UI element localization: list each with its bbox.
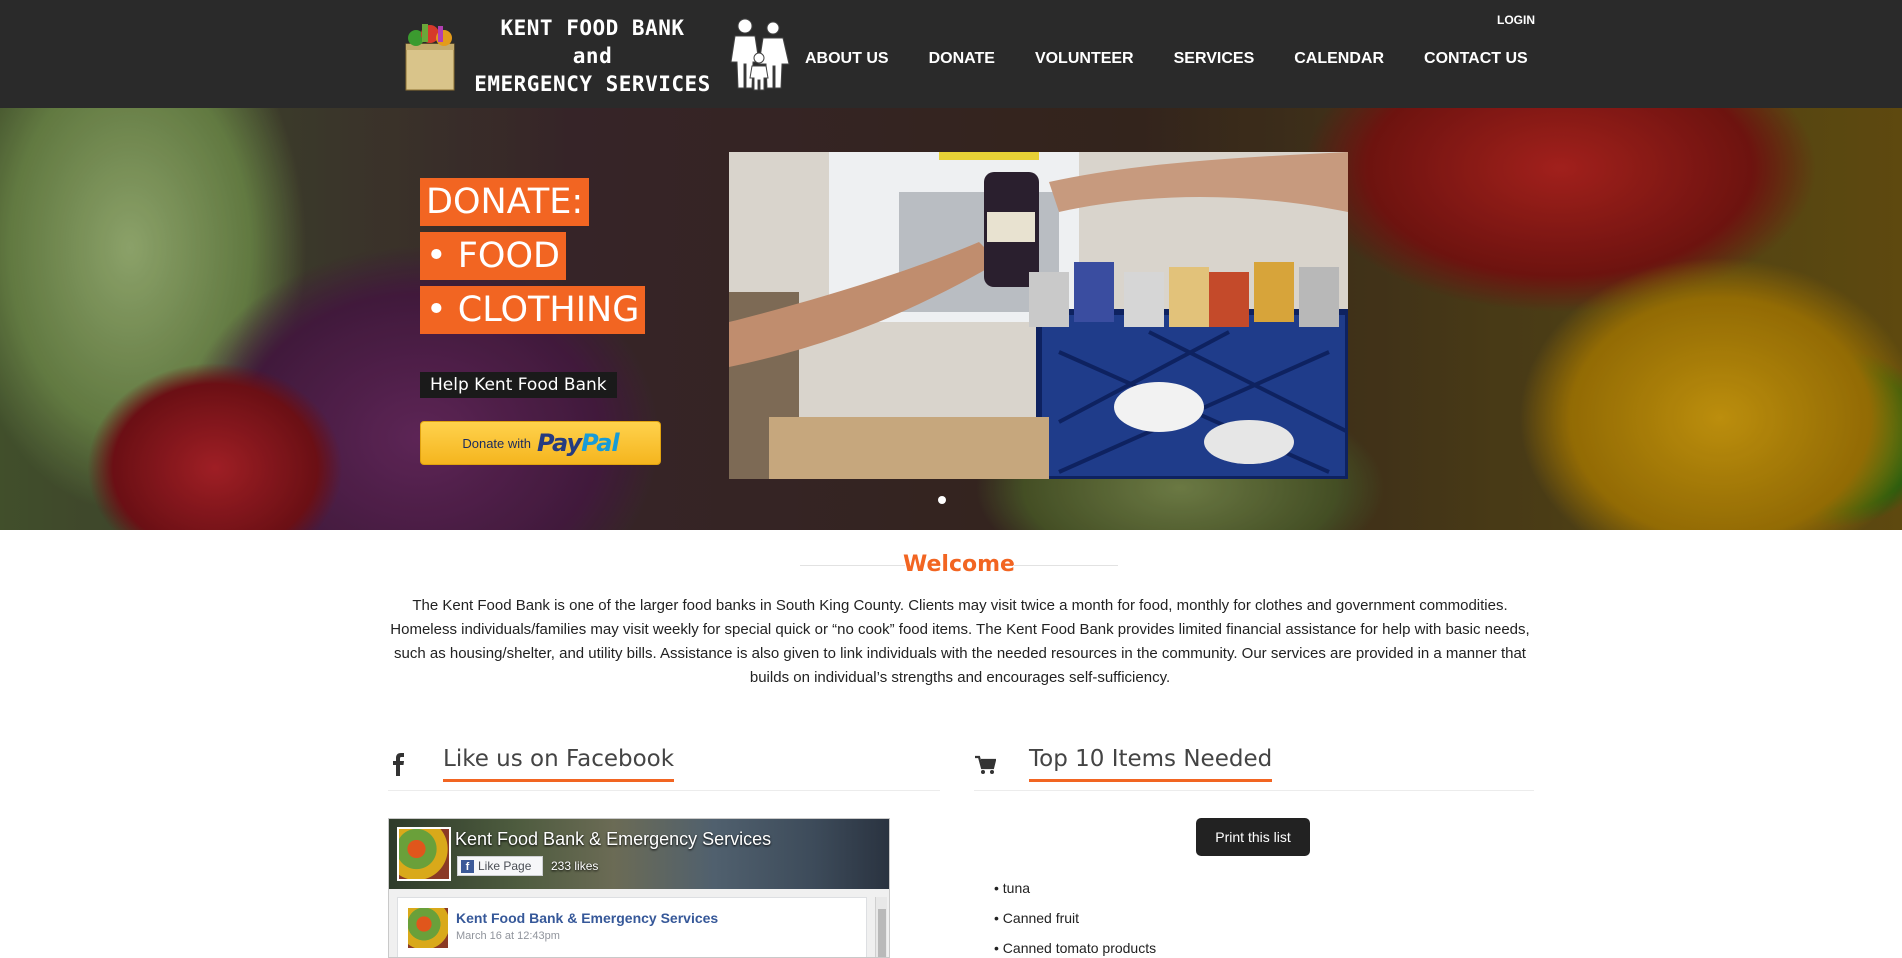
slideshow-image[interactable]	[729, 152, 1348, 479]
print-list-button[interactable]: Print this list	[1196, 818, 1310, 856]
nav-contact-us[interactable]: CONTACT US	[1424, 50, 1528, 72]
facebook-post: Kent Food Bank & Emergency Services Marc…	[397, 897, 867, 957]
post-author-avatar[interactable]	[408, 908, 448, 948]
facebook-icon	[393, 753, 404, 776]
logo-line: and	[572, 44, 613, 68]
facebook-page-avatar[interactable]	[397, 827, 451, 881]
promo-line: • CLOTHING	[420, 286, 646, 334]
nav-donate[interactable]: DONATE	[929, 50, 995, 72]
post-date[interactable]: March 16 at 12:43pm	[456, 930, 560, 942]
main-nav: ABOUT US DONATE VOLUNTEER SERVICES CALEN…	[805, 50, 1568, 72]
login-link[interactable]: LOGIN	[1497, 13, 1535, 27]
donate-promo: DONATE: • FOOD • CLOTHING	[420, 178, 646, 340]
welcome-heading: Welcome	[800, 551, 1118, 579]
nav-services[interactable]: SERVICES	[1174, 50, 1255, 72]
needed-items-list: • tuna • Canned fruit • Canned tomato pr…	[994, 879, 1156, 958]
needed-heading: Top 10 Items Needed	[1029, 746, 1273, 782]
facebook-page-widget[interactable]: Kent Food Bank & Emergency Services f Li…	[388, 818, 890, 958]
hero-banner: DONATE: • FOOD • CLOTHING Help Kent Food…	[0, 108, 1902, 530]
facebook-f-icon: f	[461, 859, 474, 873]
scrollbar-thumb[interactable]	[878, 909, 886, 957]
help-label: Help Kent Food Bank	[420, 372, 617, 398]
paypal-logo: PayPal	[537, 429, 620, 457]
nav-volunteer[interactable]: VOLUNTEER	[1035, 50, 1134, 72]
logo-line: EMERGENCY SERVICES	[474, 72, 711, 96]
section-divider	[974, 790, 1534, 791]
grocery-bag-icon	[405, 24, 455, 91]
facebook-page-name[interactable]: Kent Food Bank & Emergency Services	[455, 829, 771, 850]
facebook-scrollbar[interactable]	[875, 897, 887, 957]
list-item: • Canned fruit	[994, 910, 1080, 926]
promo-line: DONATE:	[420, 178, 590, 226]
heading-rule	[1013, 565, 1118, 566]
like-label: Like Page	[478, 859, 532, 873]
post-author-name[interactable]: Kent Food Bank & Emergency Services	[456, 910, 718, 926]
paypal-prefix: Donate with	[462, 435, 531, 451]
promo-line: • FOOD	[420, 232, 566, 280]
welcome-text: The Kent Food Bank is one of the larger …	[390, 597, 1530, 686]
facebook-section-heading: Like us on Facebook	[388, 746, 938, 786]
site-logo[interactable]: KENT FOOD BANK and EMERGENCY SERVICES	[395, 12, 795, 96]
nav-calendar[interactable]: CALENDAR	[1294, 50, 1384, 72]
paypal-logo-part: Pay	[537, 429, 582, 457]
welcome-title: Welcome	[903, 552, 1015, 577]
food-donation-photo	[729, 152, 1348, 479]
slide-indicator-dot[interactable]	[938, 496, 946, 504]
facebook-like-count: 233 likes	[551, 859, 599, 873]
site-header: KENT FOOD BANK and EMERGENCY SERVICES LO…	[0, 0, 1902, 108]
logo-line: KENT FOOD BANK	[500, 16, 685, 40]
paypal-donate-button[interactable]: Donate with PayPal	[420, 421, 661, 465]
facebook-heading: Like us on Facebook	[443, 746, 675, 782]
list-item: • Canned tomato products	[994, 940, 1157, 956]
heading-rule	[800, 565, 905, 566]
logo-text: KENT FOOD BANK and EMERGENCY SERVICES	[465, 14, 720, 98]
needed-section-heading: Top 10 Items Needed	[974, 746, 1534, 786]
paypal-logo-part: Pal	[581, 429, 619, 457]
nav-about-us[interactable]: ABOUT US	[805, 50, 889, 72]
list-item: • tuna	[994, 880, 1031, 896]
section-divider	[388, 790, 940, 791]
family-icon	[730, 18, 790, 91]
facebook-like-button[interactable]: f Like Page	[457, 856, 543, 876]
shopping-cart-icon	[975, 755, 996, 774]
